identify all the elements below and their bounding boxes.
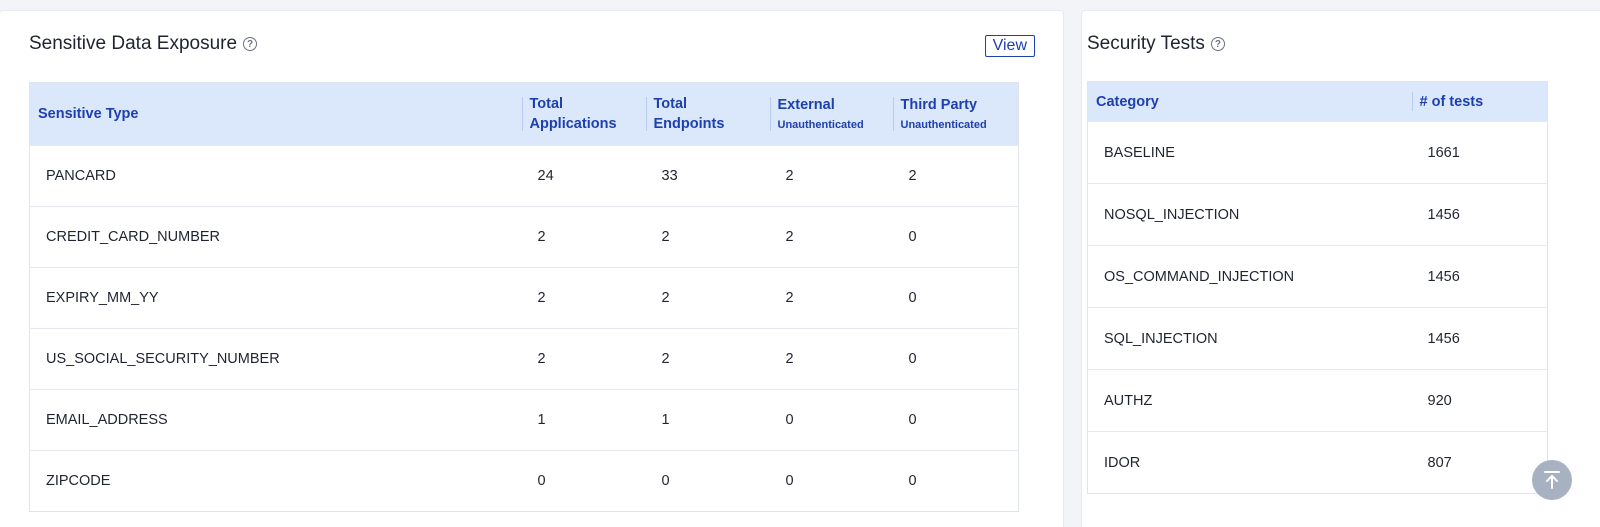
table-row[interactable]: EMAIL_ADDRESS 1 1 0 0 (29, 389, 1019, 451)
tests-count-cell: 920 (1411, 369, 1548, 432)
sensitive-type-cell: ZIPCODE (29, 450, 522, 512)
table-header-row: Category # of tests (1087, 81, 1548, 122)
total-endpoints-cell: 1 (645, 389, 770, 451)
third-party-cell: 0 (892, 267, 1019, 329)
table-row[interactable]: NOSQL_INJECTION 1456 (1087, 183, 1548, 246)
column-header-tests-count[interactable]: # of tests (1411, 81, 1548, 122)
total-endpoints-cell: 2 (645, 267, 770, 329)
external-cell: 2 (769, 328, 893, 390)
view-button[interactable]: View (984, 35, 1035, 57)
card-title: Sensitive Data Exposure (29, 33, 238, 54)
category-cell: OS_COMMAND_INJECTION (1087, 245, 1412, 308)
table-header-row: Sensitive Type Total Applications Total … (29, 82, 1019, 146)
total-applications-cell: 1 (521, 389, 646, 451)
security-tests-table: Category # of tests BASELINE 1661 NOSQL_… (1087, 81, 1548, 494)
tests-count-cell: 1456 (1411, 307, 1548, 370)
table-row[interactable]: EXPIRY_MM_YY 2 2 2 0 (29, 267, 1019, 329)
column-header-external[interactable]: External Unauthenticated (769, 82, 893, 146)
sensitive-data-exposure-card: Sensitive Data Exposure ? View Sensitive… (0, 10, 1064, 527)
column-header-sensitive-type[interactable]: Sensitive Type (29, 82, 522, 146)
third-party-cell: 0 (892, 389, 1019, 451)
column-header-third-party[interactable]: Third Party Unauthenticated (892, 82, 1019, 146)
tests-count-cell: 807 (1411, 431, 1548, 494)
table-row[interactable]: OS_COMMAND_INJECTION 1456 (1087, 245, 1548, 308)
sensitive-type-cell: EXPIRY_MM_YY (29, 267, 522, 329)
total-endpoints-cell: 33 (645, 145, 770, 207)
table-row[interactable]: IDOR 807 (1087, 431, 1548, 494)
total-endpoints-cell: 2 (645, 206, 770, 268)
total-applications-cell: 24 (521, 145, 646, 207)
total-applications-cell: 2 (521, 328, 646, 390)
dashboard-page: Sensitive Data Exposure ? View Sensitive… (0, 0, 1600, 527)
tests-count-cell: 1456 (1411, 245, 1548, 308)
help-icon[interactable]: ? (1210, 37, 1225, 51)
category-cell: IDOR (1087, 431, 1412, 494)
category-cell: AUTHZ (1087, 369, 1412, 432)
help-icon[interactable]: ? (243, 37, 258, 51)
category-cell: BASELINE (1087, 121, 1412, 184)
third-party-cell: 0 (892, 328, 1019, 390)
external-cell: 2 (769, 206, 893, 268)
category-cell: SQL_INJECTION (1087, 307, 1412, 370)
total-endpoints-cell: 2 (645, 328, 770, 390)
security-tests-card: Security Tests ? Category # of tests BAS… (1081, 10, 1600, 527)
table-row[interactable]: ZIPCODE 0 0 0 0 (29, 450, 1019, 512)
table-row[interactable]: SQL_INJECTION 1456 (1087, 307, 1548, 370)
third-party-cell: 2 (892, 145, 1019, 207)
sensitive-data-exposure-title-row: Sensitive Data Exposure ? (29, 33, 258, 55)
total-applications-cell: 0 (521, 450, 646, 512)
sensitive-type-cell: PANCARD (29, 145, 522, 207)
table-row[interactable]: US_SOCIAL_SECURITY_NUMBER 2 2 2 0 (29, 328, 1019, 390)
table-row[interactable]: BASELINE 1661 (1087, 121, 1548, 184)
tests-count-cell: 1456 (1411, 183, 1548, 246)
column-header-total-applications[interactable]: Total Applications (521, 82, 646, 146)
sensitive-type-cell: US_SOCIAL_SECURITY_NUMBER (29, 328, 522, 390)
arrow-up-to-line-icon (1544, 471, 1560, 489)
table-row[interactable]: CREDIT_CARD_NUMBER 2 2 2 0 (29, 206, 1019, 268)
sensitive-data-table: Sensitive Type Total Applications Total … (29, 82, 1019, 512)
total-endpoints-cell: 0 (645, 450, 770, 512)
table-row[interactable]: AUTHZ 920 (1087, 369, 1548, 432)
third-party-cell: 0 (892, 450, 1019, 512)
security-tests-title-row: Security Tests ? (1087, 33, 1225, 55)
total-applications-cell: 2 (521, 206, 646, 268)
scroll-to-top-button[interactable] (1532, 460, 1572, 500)
column-header-total-endpoints[interactable]: Total Endpoints (645, 82, 770, 146)
third-party-cell: 0 (892, 206, 1019, 268)
table-row[interactable]: PANCARD 24 33 2 2 (29, 145, 1019, 207)
external-cell: 0 (769, 389, 893, 451)
external-cell: 2 (769, 145, 893, 207)
card-title: Security Tests (1087, 33, 1205, 54)
external-cell: 0 (769, 450, 893, 512)
sensitive-type-cell: CREDIT_CARD_NUMBER (29, 206, 522, 268)
sensitive-type-cell: EMAIL_ADDRESS (29, 389, 522, 451)
category-cell: NOSQL_INJECTION (1087, 183, 1412, 246)
external-cell: 2 (769, 267, 893, 329)
total-applications-cell: 2 (521, 267, 646, 329)
column-header-category[interactable]: Category (1087, 81, 1412, 122)
tests-count-cell: 1661 (1411, 121, 1548, 184)
